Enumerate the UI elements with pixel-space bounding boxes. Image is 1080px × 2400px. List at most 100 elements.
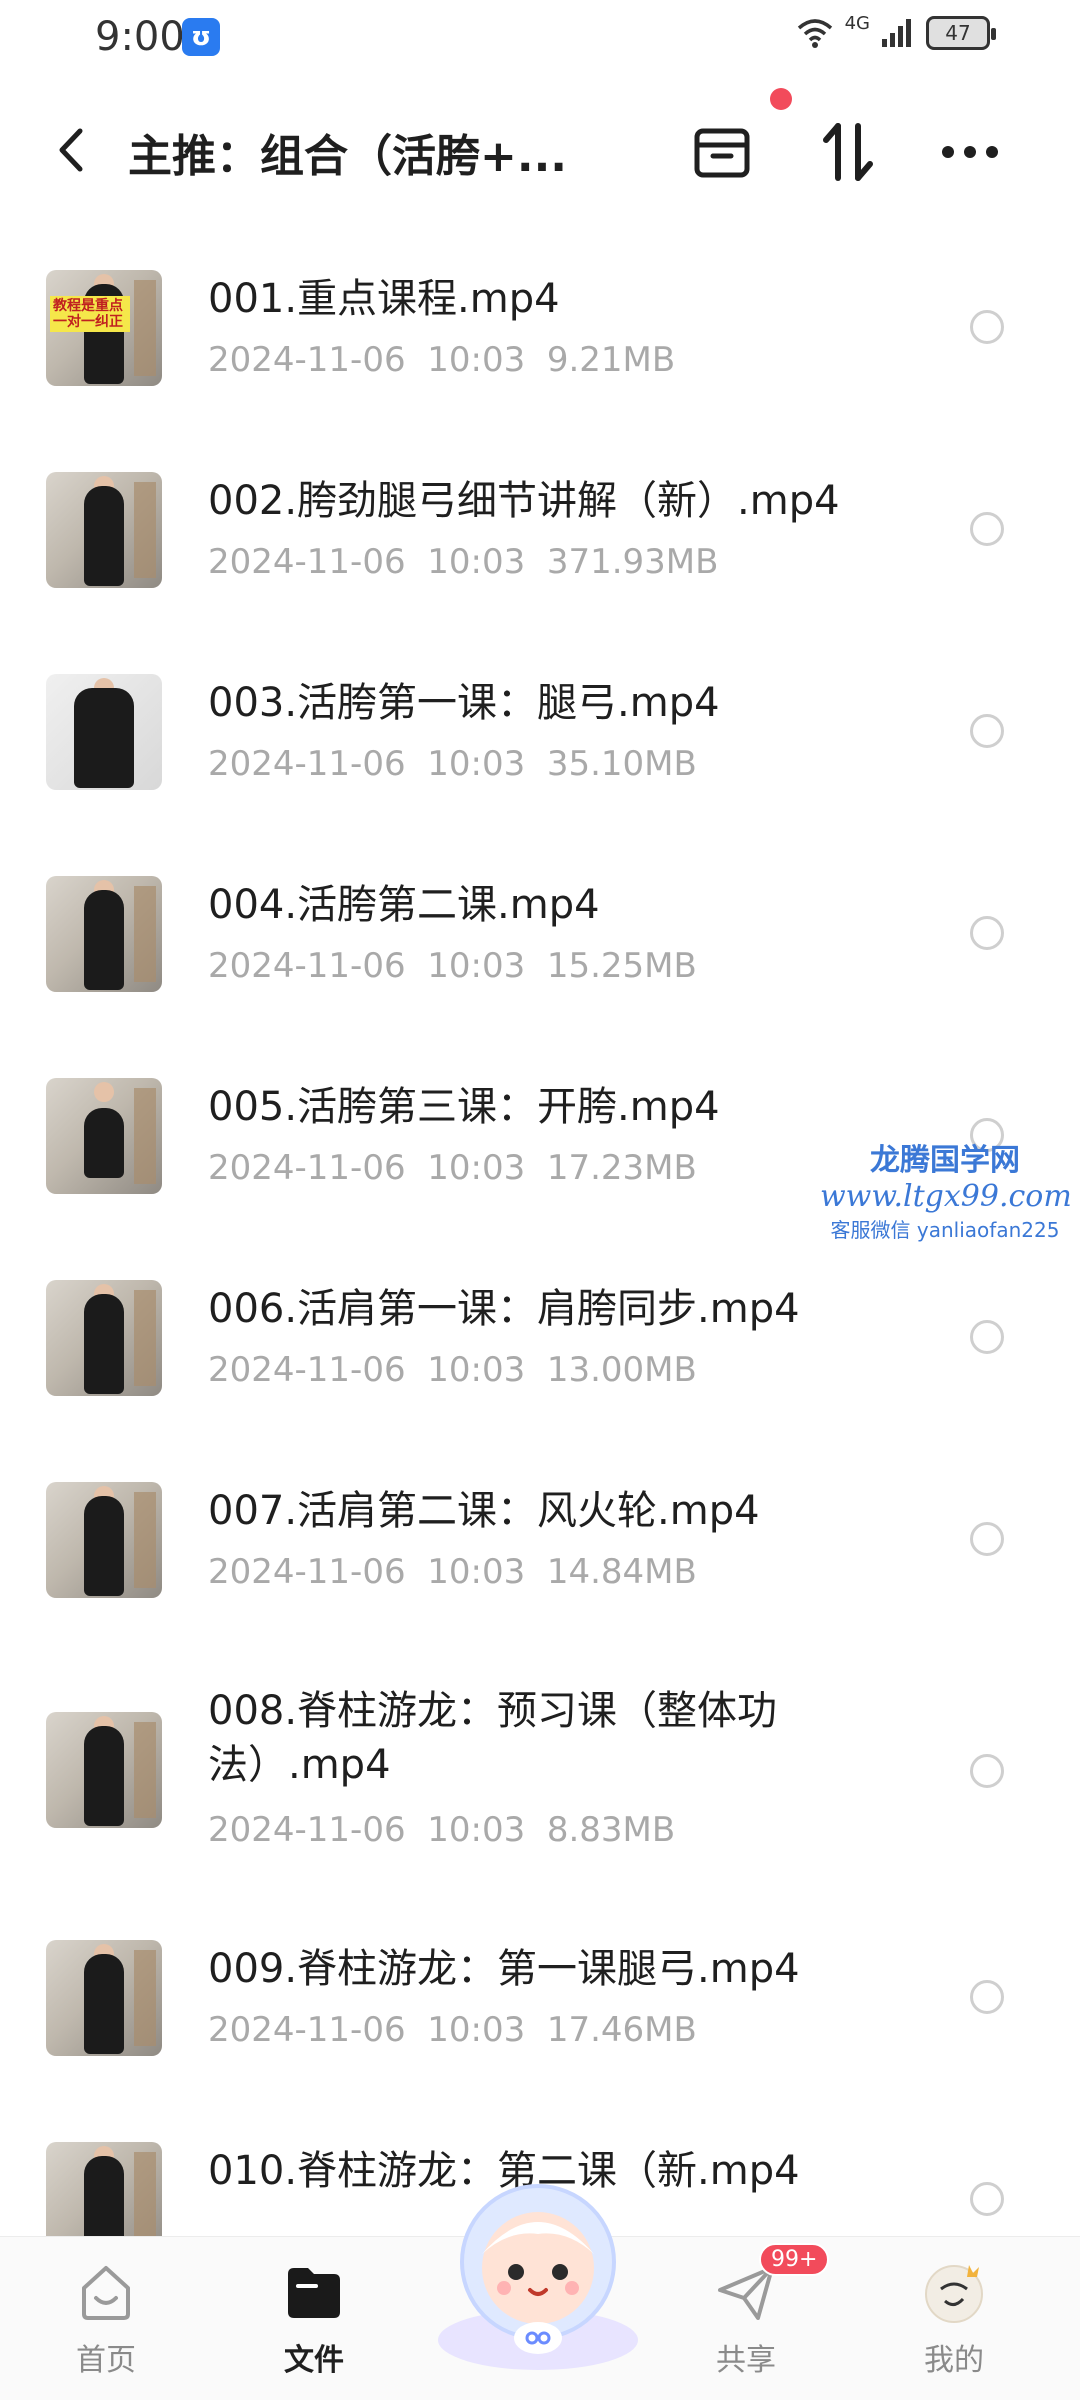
file-size: 371.93MB bbox=[546, 542, 719, 582]
nav-files[interactable]: 文件 bbox=[244, 2257, 384, 2379]
select-checkbox[interactable] bbox=[970, 310, 1004, 344]
video-thumbnail bbox=[46, 876, 162, 992]
mascot-icon bbox=[438, 2184, 638, 2370]
select-checkbox[interactable] bbox=[970, 714, 1004, 748]
file-meta: 2024-11-06 10:03 13.00MB bbox=[208, 1350, 697, 1390]
nav-profile-label: 我的 bbox=[924, 2343, 984, 2378]
sort-button[interactable] bbox=[816, 120, 880, 184]
file-size: 9.21MB bbox=[546, 340, 676, 380]
notification-dot bbox=[770, 88, 792, 110]
file-date: 2024-11-06 bbox=[208, 2010, 406, 2050]
file-row[interactable]: 002.胯劲腿弓细节讲解（新）.mp4 2024-11-06 10:03 371… bbox=[0, 432, 1080, 634]
file-size: 35.10MB bbox=[546, 744, 697, 784]
video-thumbnail bbox=[46, 1078, 162, 1194]
battery-indicator: 47 bbox=[926, 16, 996, 50]
signal-icon bbox=[882, 19, 911, 47]
screen: 9:00 ʊ 4G 47 主推：组合（活胯+... 教程是重点 一对一纠正 00… bbox=[0, 0, 1080, 2400]
watermark-contact: 客服微信 yanliaofan225 bbox=[830, 1218, 1060, 1242]
nav-share-label: 共享 bbox=[716, 2343, 776, 2378]
nav-share[interactable]: 99+ 共享 bbox=[676, 2243, 830, 2379]
video-thumbnail bbox=[46, 1712, 162, 1828]
status-time: 9:00 bbox=[95, 14, 185, 60]
folder-icon bbox=[279, 2257, 349, 2327]
file-row[interactable]: 教程是重点 一对一纠正 001.重点课程.mp4 2024-11-06 10:0… bbox=[0, 230, 1080, 432]
file-size: 17.46MB bbox=[546, 2010, 697, 2050]
more-button[interactable] bbox=[938, 120, 1002, 184]
file-size: 17.23MB bbox=[546, 1148, 697, 1188]
file-date: 2024-11-06 bbox=[208, 1552, 406, 1592]
archive-icon bbox=[694, 128, 750, 178]
file-size: 15.25MB bbox=[546, 946, 697, 986]
file-name: 008.脊柱游龙：预习课（整体功法）.mp4 bbox=[208, 1688, 778, 1788]
file-meta: 2024-11-06 10:03 35.10MB bbox=[208, 744, 697, 784]
file-name: 006.活肩第一课：肩胯同步.mp4 bbox=[208, 1286, 800, 1332]
nav-home-label: 首页 bbox=[76, 2343, 136, 2378]
file-size: 13.00MB bbox=[546, 1350, 697, 1390]
watermark-title: 龙腾国学网 bbox=[870, 1143, 1020, 1178]
file-time: 10:03 bbox=[427, 946, 526, 986]
file-name: 003.活胯第一课：腿弓.mp4 bbox=[208, 680, 720, 726]
file-meta: 2024-11-06 10:03 9.21MB bbox=[208, 340, 675, 380]
file-meta: 2024-11-06 10:03 371.93MB bbox=[208, 542, 718, 582]
header: 主推：组合（活胯+... bbox=[0, 88, 1080, 210]
watermark: 龙腾国学网 www.ltgx99.com 客服微信 yanliaofan225 bbox=[820, 1135, 1072, 1243]
video-thumbnail bbox=[46, 1940, 162, 2056]
watermark-url: www.ltgx99.com bbox=[820, 1179, 1072, 1214]
file-date: 2024-11-06 bbox=[208, 946, 406, 986]
file-time: 10:03 bbox=[427, 1552, 526, 1592]
video-thumbnail bbox=[46, 1482, 162, 1598]
back-button[interactable] bbox=[46, 120, 96, 180]
select-checkbox[interactable] bbox=[970, 2182, 1004, 2216]
video-thumbnail bbox=[46, 674, 162, 790]
thumbnail-caption: 教程是重点 一对一纠正 bbox=[50, 296, 130, 332]
file-row[interactable]: 003.活胯第一课：腿弓.mp4 2024-11-06 10:03 35.10M… bbox=[0, 634, 1080, 836]
select-checkbox[interactable] bbox=[970, 1980, 1004, 2014]
file-name: 005.活胯第三课：开胯.mp4 bbox=[208, 1084, 720, 1130]
status-bar: 9:00 ʊ 4G 47 bbox=[0, 0, 1080, 80]
file-time: 10:03 bbox=[427, 340, 526, 380]
file-row[interactable]: 006.活肩第一课：肩胯同步.mp4 2024-11-06 10:03 13.0… bbox=[0, 1240, 1080, 1442]
share-icon: 99+ bbox=[711, 2243, 830, 2327]
file-row[interactable]: 008.脊柱游龙：预习课（整体功法）.mp4 2024-11-06 10:03 … bbox=[0, 1644, 1080, 1900]
file-time: 10:03 bbox=[427, 1350, 526, 1390]
file-meta: 2024-11-06 10:03 17.46MB bbox=[208, 2010, 697, 2050]
file-row[interactable]: 004.活胯第二课.mp4 2024-11-06 10:03 15.25MB bbox=[0, 836, 1080, 1038]
file-row[interactable]: 007.活肩第二课：风火轮.mp4 2024-11-06 10:03 14.84… bbox=[0, 1442, 1080, 1644]
file-time: 10:03 bbox=[427, 744, 526, 784]
file-time: 10:03 bbox=[427, 542, 526, 582]
back-icon bbox=[59, 128, 83, 172]
select-checkbox[interactable] bbox=[970, 1320, 1004, 1354]
more-icon bbox=[942, 146, 998, 158]
file-time: 10:03 bbox=[427, 2010, 526, 2050]
nav-home[interactable]: 首页 bbox=[36, 2257, 176, 2379]
home-icon bbox=[71, 2257, 141, 2327]
file-date: 2024-11-06 bbox=[208, 744, 406, 784]
select-checkbox[interactable] bbox=[970, 1522, 1004, 1556]
file-date: 2024-11-06 bbox=[208, 340, 406, 380]
file-date: 2024-11-06 bbox=[208, 1810, 406, 1850]
file-name: 001.重点课程.mp4 bbox=[208, 276, 560, 322]
sort-icon bbox=[823, 123, 873, 181]
file-date: 2024-11-06 bbox=[208, 1148, 406, 1188]
select-checkbox[interactable] bbox=[970, 916, 1004, 950]
nav-files-label: 文件 bbox=[284, 2343, 344, 2378]
profile-icon bbox=[919, 2257, 989, 2327]
file-meta: 2024-11-06 10:03 15.25MB bbox=[208, 946, 697, 986]
file-name: 007.活肩第二课：风火轮.mp4 bbox=[208, 1488, 760, 1534]
video-thumbnail: 教程是重点 一对一纠正 bbox=[46, 270, 162, 386]
file-time: 10:03 bbox=[427, 1810, 526, 1850]
wifi-icon bbox=[797, 19, 832, 48]
battery-level: 47 bbox=[945, 21, 971, 45]
select-checkbox[interactable] bbox=[970, 512, 1004, 546]
video-thumbnail bbox=[46, 472, 162, 588]
file-meta: 2024-11-06 10:03 8.83MB bbox=[208, 1810, 675, 1850]
file-row[interactable]: 009.脊柱游龙：第一课腿弓.mp4 2024-11-06 10:03 17.4… bbox=[0, 1900, 1080, 2102]
file-date: 2024-11-06 bbox=[208, 542, 406, 582]
archive-button[interactable] bbox=[690, 120, 754, 184]
network-type: 4G bbox=[844, 12, 870, 34]
nav-profile[interactable]: 我的 bbox=[884, 2257, 1024, 2379]
select-checkbox[interactable] bbox=[970, 1754, 1004, 1788]
file-list: 教程是重点 一对一纠正 001.重点课程.mp4 2024-11-06 10:0… bbox=[0, 230, 1080, 2304]
assistant-mascot-button[interactable] bbox=[428, 2170, 648, 2370]
app-notification-icon: ʊ bbox=[182, 18, 220, 56]
